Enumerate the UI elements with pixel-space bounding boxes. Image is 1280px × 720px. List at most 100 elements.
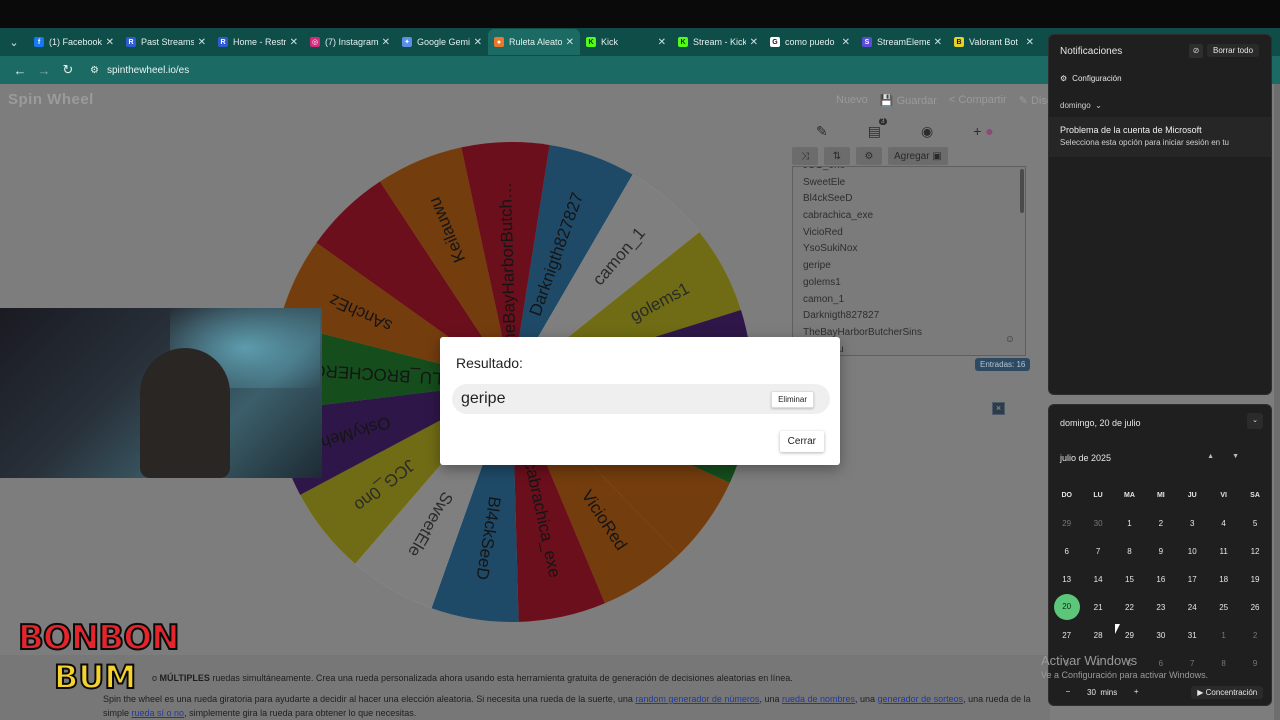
- settings-gear-icon[interactable]: ⚙: [856, 147, 882, 165]
- tab-4[interactable]: ✦ Google Gemi ✕: [396, 29, 488, 55]
- edit-pencil-icon[interactable]: ✎: [816, 123, 828, 140]
- calendar-day[interactable]: 27: [1051, 631, 1082, 640]
- calendar-day[interactable]: 28: [1082, 631, 1113, 640]
- close-tab-icon[interactable]: ✕: [566, 37, 574, 48]
- calendar-day[interactable]: 2: [1145, 519, 1176, 528]
- sort-icon[interactable]: ⇅: [824, 147, 850, 165]
- shuffle-icon[interactable]: ⤨: [792, 147, 818, 165]
- calendar-day[interactable]: 21: [1082, 603, 1113, 612]
- tab-10[interactable]: B Valorant Bot ✕: [948, 29, 1040, 55]
- link-number-generator[interactable]: random generador de números: [635, 694, 759, 704]
- calendar-day[interactable]: 31: [1177, 631, 1208, 640]
- menu-share[interactable]: < Compartir: [949, 94, 1007, 107]
- calendar-day[interactable]: 9: [1145, 547, 1176, 556]
- calendar-day[interactable]: 10: [1177, 547, 1208, 556]
- calendar-month[interactable]: julio de 2025: [1060, 453, 1111, 463]
- calendar-day[interactable]: 17: [1177, 575, 1208, 584]
- url-field[interactable]: ⚙ spinthewheel.io/es: [90, 65, 189, 76]
- close-tab-icon[interactable]: ✕: [198, 37, 206, 48]
- link-yes-no-wheel[interactable]: rueda sí o no: [132, 708, 185, 718]
- close-button[interactable]: Cerrar: [779, 431, 824, 452]
- close-tab-icon[interactable]: ✕: [842, 37, 850, 48]
- hide-eye-icon[interactable]: ◉: [921, 123, 933, 140]
- remove-button[interactable]: Eliminar: [771, 391, 814, 408]
- tab-2[interactable]: R Home - Restr ✕: [212, 29, 304, 55]
- close-tab-icon[interactable]: ✕: [750, 37, 758, 48]
- calendar-day[interactable]: 15: [1114, 575, 1145, 584]
- notification-day-group[interactable]: domingo ⌄: [1060, 101, 1102, 110]
- tab-5[interactable]: ● Ruleta Aleato ✕: [488, 29, 580, 55]
- notification-card[interactable]: Problema de la cuenta de Microsoft Selec…: [1049, 117, 1271, 157]
- calendar-day[interactable]: 1: [1114, 519, 1145, 528]
- tab-8[interactable]: Gcomo puedo ✕: [764, 29, 856, 55]
- tab-search-chevron-icon[interactable]: ⌄: [4, 32, 24, 52]
- link-raffle-generator[interactable]: generador de sorteos: [878, 694, 964, 704]
- close-tab-icon[interactable]: ✕: [290, 37, 298, 48]
- calendar-day-today[interactable]: 20: [1051, 594, 1082, 620]
- reload-icon[interactable]: ↻: [56, 62, 80, 78]
- calendar-day[interactable]: 19: [1239, 575, 1270, 584]
- calendar-day[interactable]: 16: [1145, 575, 1176, 584]
- close-tab-icon[interactable]: ✕: [1026, 37, 1034, 48]
- calendar-day[interactable]: 8: [1208, 659, 1239, 668]
- calendar-day[interactable]: 14: [1082, 575, 1113, 584]
- calendar-day[interactable]: 23: [1145, 603, 1176, 612]
- increase-minutes-button[interactable]: +: [1127, 684, 1145, 700]
- close-tab-icon[interactable]: ✕: [658, 37, 666, 48]
- tab-7[interactable]: K Stream - Kick ✕: [672, 29, 764, 55]
- calendar-day[interactable]: 9: [1239, 659, 1270, 668]
- menu-new[interactable]: Nuevo: [836, 94, 868, 107]
- tab-6[interactable]: K Kick ✕: [580, 29, 672, 55]
- calendar-day[interactable]: 1: [1208, 631, 1239, 640]
- calendar-day[interactable]: 26: [1239, 603, 1270, 612]
- calendar-day[interactable]: 30: [1082, 519, 1113, 528]
- calendar-day[interactable]: 2: [1239, 631, 1270, 640]
- clear-all-button[interactable]: Borrar todo: [1207, 44, 1260, 57]
- collapse-chevron-icon[interactable]: ⌄: [1247, 413, 1263, 429]
- calendar-day[interactable]: 11: [1208, 547, 1239, 556]
- calendar-day[interactable]: 18: [1208, 575, 1239, 584]
- calendar-day[interactable]: 22: [1114, 603, 1145, 612]
- calendar-day[interactable]: 8: [1114, 547, 1145, 556]
- tab-3[interactable]: ◎ (7) Instagram ✕: [304, 29, 396, 55]
- calendar-day[interactable]: 3: [1177, 519, 1208, 528]
- calendar-day[interactable]: 4: [1208, 519, 1239, 528]
- forward-arrow-icon[interactable]: →: [32, 63, 56, 78]
- tab-0[interactable]: f (1) Facebook ✕: [28, 29, 120, 55]
- calendar-day[interactable]: 30: [1145, 631, 1176, 640]
- calendar-day[interactable]: 25: [1208, 603, 1239, 612]
- add-image-button[interactable]: Agregar ▣: [888, 147, 948, 165]
- calendar-day[interactable]: 13: [1051, 575, 1082, 584]
- calendar-day[interactable]: 5: [1239, 519, 1270, 528]
- close-tab-icon[interactable]: ✕: [106, 37, 114, 48]
- close-square-icon[interactable]: ×: [992, 402, 1005, 415]
- calendar-day[interactable]: 6: [1051, 547, 1082, 556]
- back-arrow-icon[interactable]: ←: [8, 63, 32, 78]
- close-tab-icon[interactable]: ✕: [474, 37, 482, 48]
- site-info-icon[interactable]: ⚙: [90, 65, 99, 76]
- close-tab-icon[interactable]: ✕: [382, 37, 390, 48]
- notification-settings[interactable]: ⚙ Configuración: [1060, 74, 1122, 83]
- site-logo[interactable]: Spin Wheel: [8, 91, 94, 108]
- link-name-wheel[interactable]: rueda de nombres: [782, 694, 855, 704]
- entries-scrollbar[interactable]: [1020, 169, 1024, 213]
- calendar-day[interactable]: 24: [1177, 603, 1208, 612]
- emoji-icon[interactable]: ☺: [1005, 334, 1015, 345]
- decrease-minutes-button[interactable]: −: [1059, 684, 1077, 700]
- do-not-disturb-icon[interactable]: ⊘: [1189, 44, 1203, 58]
- menu-save[interactable]: 💾 Guardar: [880, 94, 937, 107]
- streamelements-icon: S: [862, 37, 872, 47]
- tab-9[interactable]: S StreamEleme ✕: [856, 29, 948, 55]
- close-tab-icon[interactable]: ✕: [934, 37, 942, 48]
- entries-textarea[interactable]: JCG_0noSweetEle Bl4ckSeeD cabrachica_exe Vi…: [792, 166, 1026, 356]
- month-up-icon[interactable]: ▲: [1207, 453, 1232, 460]
- calendar-day[interactable]: 29: [1051, 519, 1082, 528]
- page-scrollbar[interactable]: [1274, 84, 1280, 720]
- calendar-day[interactable]: 7: [1082, 547, 1113, 556]
- tab-1[interactable]: R Past Streams ✕: [120, 29, 212, 55]
- focus-button[interactable]: ▶ Concentración: [1191, 685, 1264, 699]
- results-clipboard-icon[interactable]: ▤ 3: [868, 117, 887, 140]
- add-wheel-icon[interactable]: + ●: [973, 123, 994, 139]
- calendar-day[interactable]: 12: [1239, 547, 1270, 556]
- month-down-icon[interactable]: ▼: [1232, 453, 1257, 460]
